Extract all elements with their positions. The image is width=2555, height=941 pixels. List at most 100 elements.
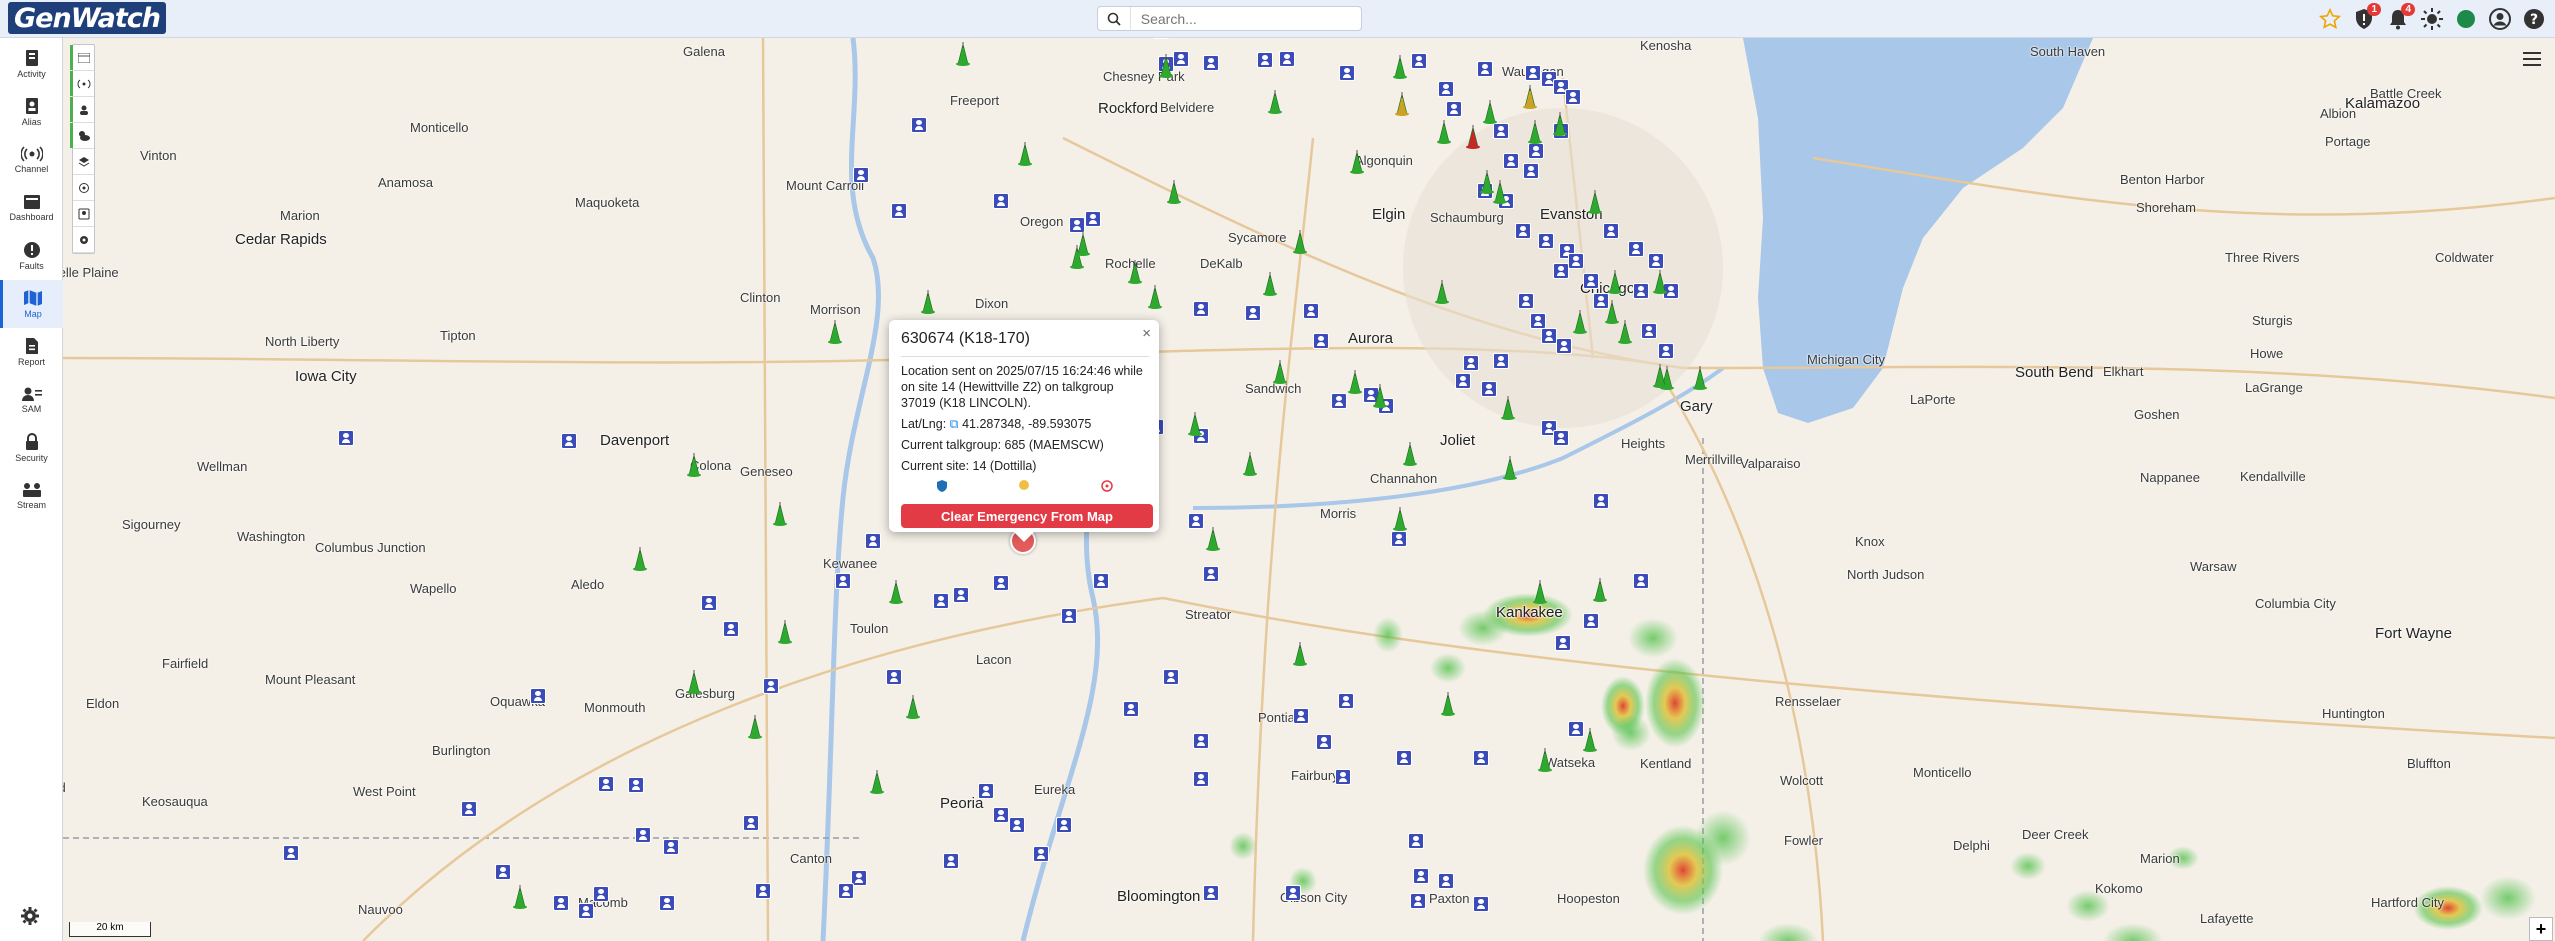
sidebar-item-report[interactable]: Report xyxy=(0,328,63,376)
unit-marker[interactable] xyxy=(1593,493,1609,509)
radio-site-marker[interactable] xyxy=(1072,232,1094,256)
unit-marker[interactable] xyxy=(943,853,959,869)
search-icon[interactable] xyxy=(1098,7,1131,30)
map-tool-locate[interactable] xyxy=(73,175,94,201)
sidebar-item-map[interactable]: Map xyxy=(0,280,63,328)
radio-site-marker[interactable] xyxy=(1479,100,1501,124)
radio-site-marker[interactable] xyxy=(866,770,888,794)
radio-site-marker[interactable] xyxy=(1369,384,1391,408)
radio-site-marker[interactable] xyxy=(1344,370,1366,394)
unit-marker[interactable] xyxy=(530,688,546,704)
unit-marker[interactable] xyxy=(1553,263,1569,279)
radio-site-marker[interactable] xyxy=(1569,310,1591,334)
unit-marker[interactable] xyxy=(701,595,717,611)
radio-site-marker[interactable] xyxy=(1346,150,1368,174)
unit-marker[interactable] xyxy=(283,845,299,861)
map-tool-layers[interactable] xyxy=(73,149,94,175)
unit-marker[interactable] xyxy=(1455,373,1471,389)
unit-marker[interactable] xyxy=(1193,301,1209,317)
unit-marker[interactable] xyxy=(1481,381,1497,397)
unit-marker[interactable] xyxy=(598,776,614,792)
map-canvas[interactable]: Galena Freeport Chesney Park Rockford Belvid… xyxy=(63,38,2555,941)
unit-marker[interactable] xyxy=(1541,328,1557,344)
unit-marker[interactable] xyxy=(886,669,902,685)
map-tool-units[interactable] xyxy=(70,97,94,123)
unit-marker[interactable] xyxy=(1583,613,1599,629)
radio-site-marker[interactable] xyxy=(1433,120,1455,144)
radio-site-marker[interactable] xyxy=(1202,527,1224,551)
radio-site-marker[interactable] xyxy=(1264,90,1286,114)
radio-site-marker[interactable] xyxy=(509,885,531,909)
radio-site-marker[interactable] xyxy=(902,695,924,719)
radio-site-marker[interactable] xyxy=(1689,366,1711,390)
unit-marker[interactable] xyxy=(1523,163,1539,179)
external-link-icon[interactable]: ⧉ xyxy=(950,417,959,431)
unit-marker[interactable] xyxy=(1530,313,1546,329)
favorites-star-icon[interactable] xyxy=(2317,5,2343,33)
unit-marker[interactable] xyxy=(338,430,354,446)
map-tool-sites[interactable] xyxy=(70,71,94,97)
radio-site-marker[interactable] xyxy=(683,670,705,694)
unit-marker[interactable] xyxy=(1413,868,1429,884)
radio-site-marker[interactable] xyxy=(885,580,907,604)
radio-site-marker[interactable] xyxy=(1604,270,1626,294)
unit-marker[interactable] xyxy=(578,903,594,919)
map-tool-basemap[interactable] xyxy=(70,45,94,71)
unit-marker[interactable] xyxy=(1411,53,1427,69)
map-tool-filter[interactable] xyxy=(73,201,94,227)
radio-site-marker[interactable] xyxy=(1184,412,1206,436)
unit-marker[interactable] xyxy=(1093,573,1109,589)
unit-marker[interactable] xyxy=(763,678,779,694)
radio-site-marker[interactable] xyxy=(1584,190,1606,214)
radio-site-marker[interactable] xyxy=(1529,580,1551,604)
radio-site-marker[interactable] xyxy=(1489,180,1511,204)
unit-marker[interactable] xyxy=(1203,566,1219,582)
radio-site-marker[interactable] xyxy=(1155,54,1177,78)
security-alert-icon[interactable]: 1 xyxy=(2351,3,2381,33)
unit-marker[interactable] xyxy=(1648,253,1664,269)
radio-site-marker[interactable] xyxy=(1259,272,1281,296)
radio-site-marker[interactable] xyxy=(683,453,705,477)
unit-marker[interactable] xyxy=(1396,750,1412,766)
radio-site-marker[interactable] xyxy=(1519,85,1541,109)
radio-site-marker[interactable] xyxy=(1499,456,1521,480)
unit-marker[interactable] xyxy=(1245,305,1261,321)
unit-marker[interactable] xyxy=(1438,873,1454,889)
unit-marker[interactable] xyxy=(1515,223,1531,239)
radio-site-marker[interactable] xyxy=(1389,55,1411,79)
radio-site-marker[interactable] xyxy=(769,502,791,526)
unit-marker[interactable] xyxy=(628,777,644,793)
sidebar-item-channel[interactable]: Channel xyxy=(0,136,63,184)
notifications-bell-icon[interactable]: 4 xyxy=(2385,3,2415,33)
popup-close-icon[interactable]: × xyxy=(1142,325,1151,342)
unit-marker[interactable] xyxy=(1528,143,1544,159)
unit-marker[interactable] xyxy=(1033,846,1049,862)
connection-status-icon[interactable] xyxy=(2453,5,2479,33)
unit-marker[interactable] xyxy=(1069,217,1085,233)
unit-marker[interactable] xyxy=(1565,89,1581,105)
unit-marker[interactable] xyxy=(1061,608,1077,624)
radio-site-marker[interactable] xyxy=(1144,285,1166,309)
unit-marker[interactable] xyxy=(1331,393,1347,409)
unit-marker[interactable] xyxy=(1009,817,1025,833)
unit-marker[interactable] xyxy=(1556,338,1572,354)
unit-marker[interactable] xyxy=(743,815,759,831)
map-tool-settings[interactable] xyxy=(73,227,94,253)
radio-site-marker[interactable] xyxy=(1437,692,1459,716)
unit-marker[interactable] xyxy=(1410,893,1426,909)
unit-marker[interactable] xyxy=(1446,101,1462,117)
unit-marker[interactable] xyxy=(659,895,675,911)
unit-marker[interactable] xyxy=(1193,733,1209,749)
unit-marker[interactable] xyxy=(1153,38,1169,39)
unit-marker[interactable] xyxy=(1473,750,1489,766)
radio-site-marker[interactable] xyxy=(1389,507,1411,531)
radio-site-marker[interactable] xyxy=(1391,92,1413,116)
unit-marker[interactable] xyxy=(1553,430,1569,446)
radio-site-marker[interactable] xyxy=(952,42,974,66)
unit-marker[interactable] xyxy=(1335,769,1351,785)
unit-marker[interactable] xyxy=(1339,65,1355,81)
unit-marker[interactable] xyxy=(1285,885,1301,901)
unit-marker[interactable] xyxy=(561,433,577,449)
unit-marker[interactable] xyxy=(1538,233,1554,249)
radio-site-marker[interactable] xyxy=(1124,260,1146,284)
